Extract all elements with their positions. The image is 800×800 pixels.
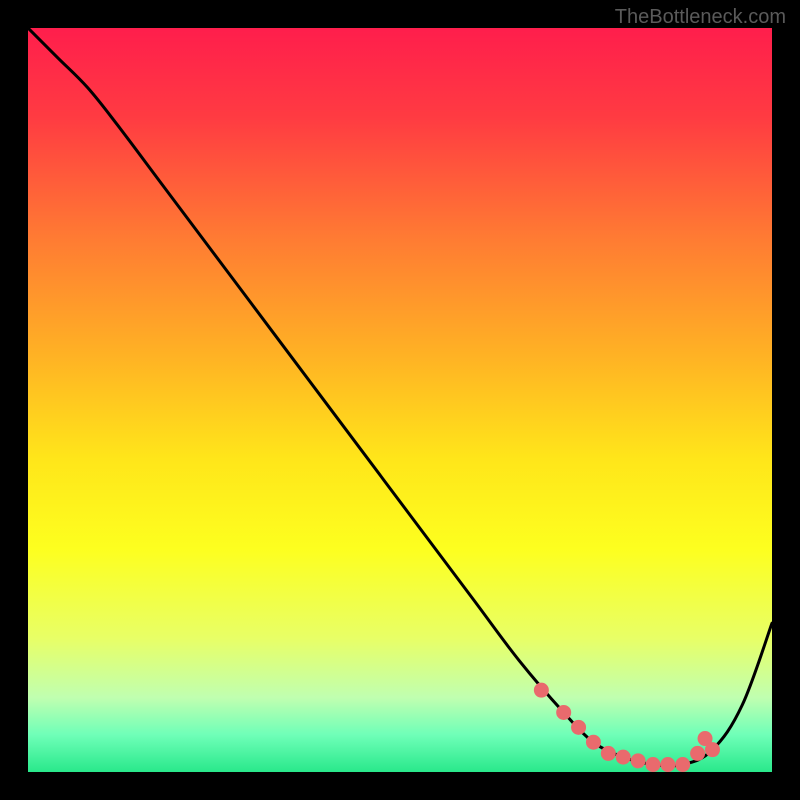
highlight-marker [616, 750, 631, 765]
highlight-marker [556, 705, 571, 720]
chart-plot-area [28, 28, 772, 772]
highlight-marker [601, 746, 616, 761]
highlight-marker [690, 746, 705, 761]
highlight-marker [675, 757, 690, 772]
highlight-marker [586, 735, 601, 750]
highlight-marker [631, 753, 646, 768]
highlight-marker [660, 757, 675, 772]
highlight-markers [28, 28, 772, 772]
highlight-marker [705, 742, 720, 757]
watermark-text: TheBottleneck.com [615, 6, 786, 29]
highlight-marker [571, 720, 586, 735]
highlight-marker [645, 757, 660, 772]
highlight-marker [534, 683, 549, 698]
